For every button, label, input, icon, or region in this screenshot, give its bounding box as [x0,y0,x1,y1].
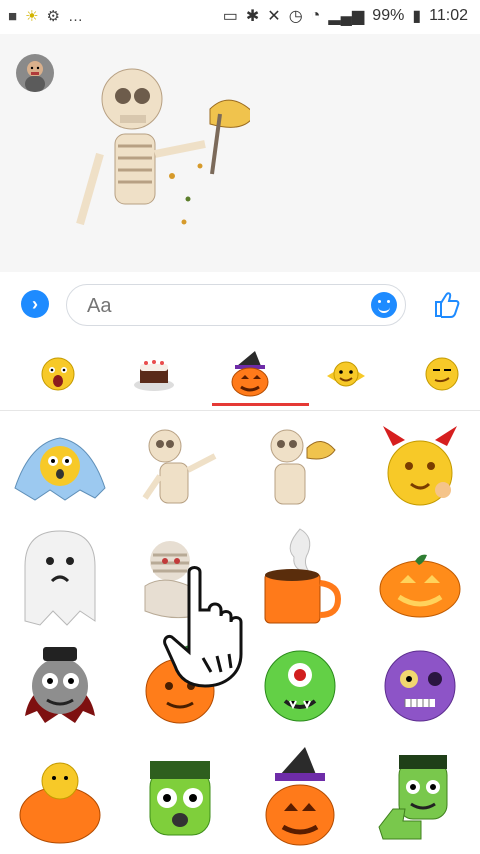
mute-icon: ✕ [267,8,281,25]
sticker-category-tabs [0,340,480,411]
signal-icon: ▂▄▆ [328,8,365,25]
sticker-zombie-emoji[interactable] [360,630,480,742]
android-icon: ⚙ [46,8,60,25]
status-bar: ■ ☀ ⚙ … ▭ ✱ ✕ ◷ ◔ ▂▄▆ 99% ▮ 11:02 [0,0,480,34]
expand-arrow-button[interactable]: › [21,290,49,318]
clock-time: 11:02 [429,7,468,24]
sticker-ghost[interactable] [0,520,120,632]
sticker-frankenstein-thumbs-up[interactable] [360,742,480,854]
tap-hand-icon [155,562,265,692]
sticker-vampire-emoji[interactable] [0,630,120,742]
battery-percent: 99% [372,7,405,24]
battery-icon: ▮ [412,8,422,25]
message-input[interactable] [67,285,349,327]
weather-icon: ☀ [25,8,39,25]
message-input-container[interactable] [66,284,406,327]
chat-area [0,34,480,272]
tab-emoji-shocked[interactable] [30,348,86,400]
alarm-icon: ◷ [288,8,303,25]
sticker-skeleton-dancing[interactable] [120,412,240,524]
sticker-pumpkin-basket[interactable] [0,742,120,854]
more-icon: … [67,7,83,25]
tab-halloween-pumpkin[interactable] [212,348,309,406]
avatar[interactable] [16,54,54,92]
wifi-icon: ◔ [310,7,321,24]
sticker-jack-o-lantern[interactable] [360,520,480,632]
video-icon: ■ [8,7,18,25]
cast-icon: ▭ [222,8,238,25]
emoji-icon[interactable] [371,292,397,318]
sticker-pumpkin-witch-hat[interactable] [240,742,360,854]
sticker-frankenstein-emoji[interactable] [120,742,240,854]
sticker-ghost-emoji[interactable] [0,412,120,524]
sticker-skeleton-eating-taco[interactable] [240,412,360,524]
tab-emoji-flying[interactable] [318,348,374,400]
tab-cake[interactable] [126,348,182,400]
sticker-devil-emoji[interactable] [360,412,480,524]
sent-sticker-skeleton-taco[interactable] [60,54,256,264]
tab-emoji-smirk[interactable] [414,348,470,400]
message-composer: › [0,272,480,340]
bluetooth-icon: ✱ [245,8,260,25]
like-button[interactable] [428,288,462,322]
